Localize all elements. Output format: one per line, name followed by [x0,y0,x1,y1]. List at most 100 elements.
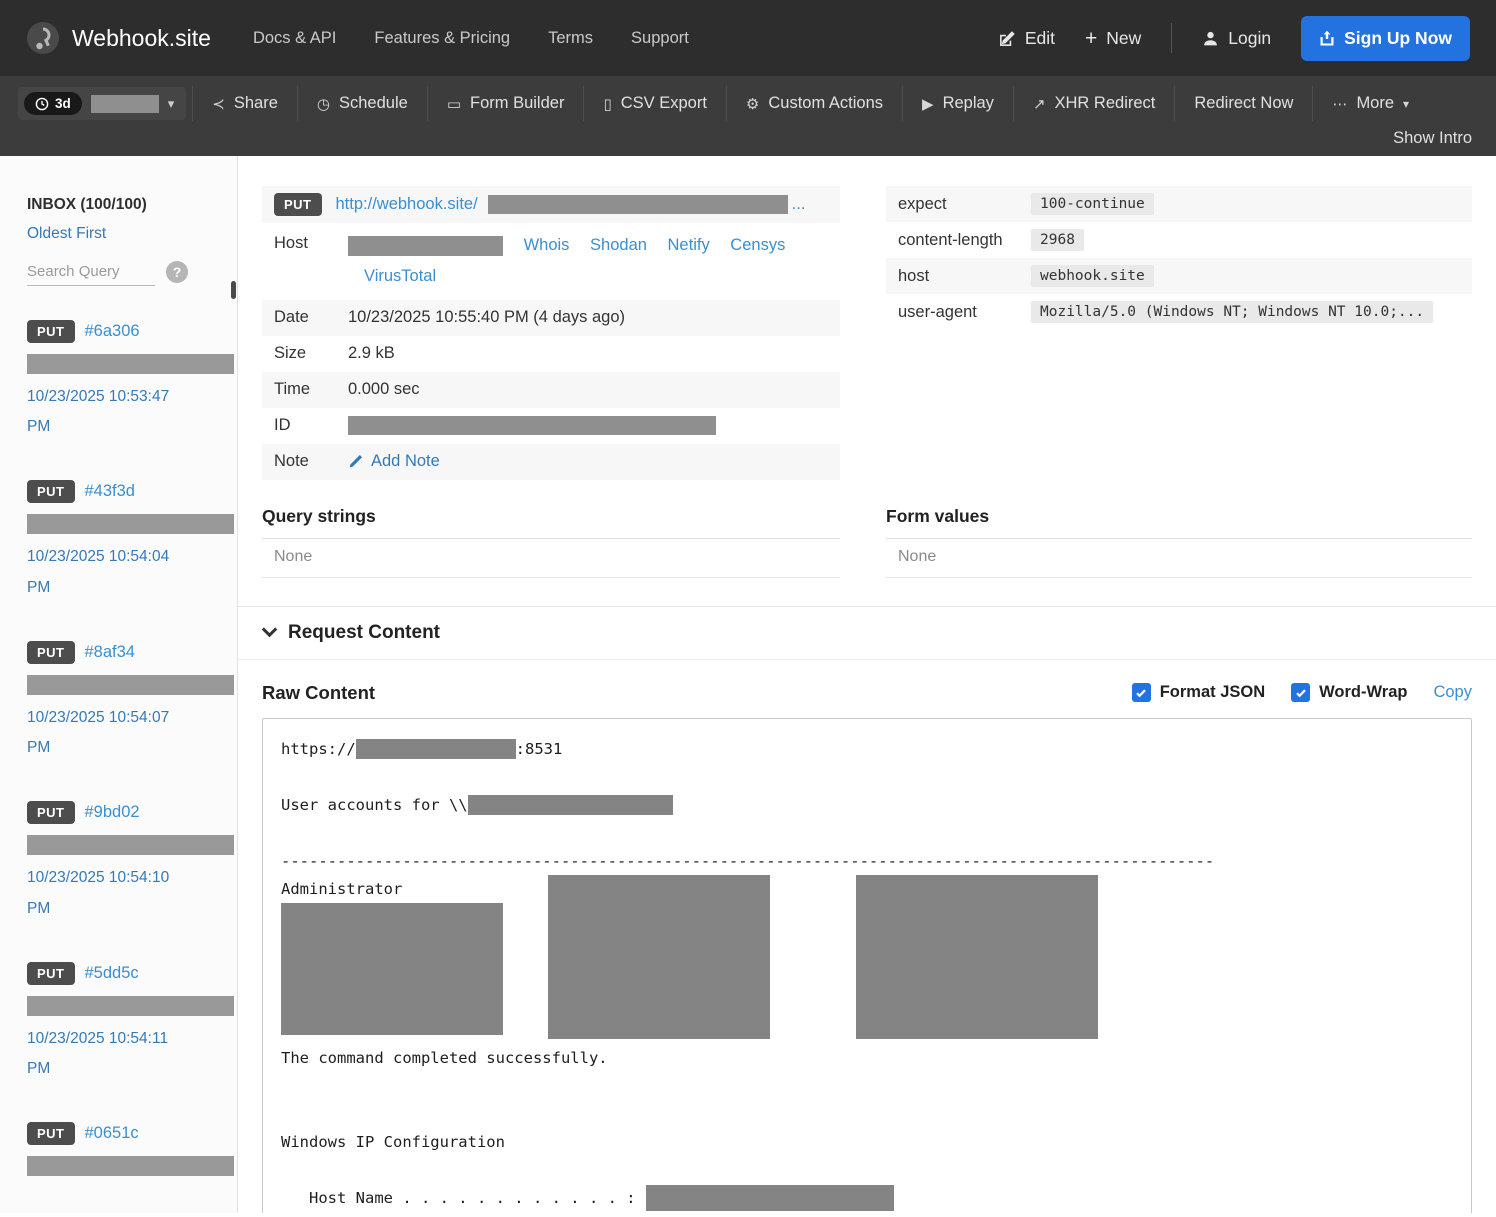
word-wrap-toggle[interactable]: Word-Wrap [1291,683,1407,702]
toolbar-item[interactable]: ⚙ Custom Actions [726,86,902,121]
header-row: content-length 2968 [886,222,1472,258]
toolbar-item-label: Schedule [339,94,408,113]
host-lookup-link[interactable]: Whois [524,236,570,254]
edit-button[interactable]: Edit [999,28,1055,49]
nav-link[interactable]: Docs & API [253,29,336,48]
redacted-user-list [281,903,503,1035]
login-button[interactable]: Login [1202,28,1271,49]
toolbar-item[interactable]: ▯ CSV Export [583,86,725,121]
pencil-icon [348,454,363,469]
host-lookup-link[interactable]: Netify [668,236,710,254]
request-content-title: Request Content [288,622,440,644]
add-note-button[interactable]: Add Note [348,452,440,471]
signup-label: Sign Up Now [1344,28,1452,49]
toolbar-item[interactable]: ⋯ More ▾ [1312,86,1428,121]
toolbar-item-label: More [1356,94,1394,113]
raw-line-dns-suffix: Primary Dns Suffix . . . . . . . : [281,1212,1453,1213]
header-name: content-length [898,231,1031,250]
toolbar-item-icon: ▶ [922,95,934,113]
nav-link[interactable]: Terms [548,29,593,48]
host-lookup-link[interactable]: Censys [730,236,785,254]
raw-blank-line [281,1156,1453,1184]
raw-text: ----------------------------------------… [281,852,1214,870]
toolbar-items: ≺ Share ◷ Schedule ▭ Form Builder ▯ CSV … [192,86,1428,121]
request-id-link[interactable]: #8af34 [85,643,135,662]
request-list-item[interactable]: PUT #8af34 10/23/2025 10:54:07 PM [27,641,237,763]
toolbar-item-icon: ▯ [603,95,611,113]
toolbar-item[interactable]: ▭ Form Builder [427,86,584,121]
header-value: webhook.site [1031,265,1154,287]
format-json-checkbox[interactable] [1132,683,1151,702]
url-expiry-dropdown[interactable]: 3d ▾ [18,87,186,120]
raw-line-hostname: Host Name . . . . . . . . . . . . : [281,1184,1453,1212]
request-id-link[interactable]: #9bd02 [85,803,140,822]
main-content: PUT http://webhook.site/ ... Host Whois … [238,156,1496,1213]
redacted-user-list [548,875,770,1039]
request-list-item[interactable]: PUT #43f3d 10/23/2025 10:54:04 PM [27,480,237,602]
request-item-header: PUT #0651c [27,1122,237,1145]
search-input[interactable] [27,258,155,286]
redacted-request-url [27,835,234,855]
brand-name: Webhook.site [72,25,211,52]
plus-icon: + [1085,28,1097,49]
toolbar-item[interactable]: Redirect Now [1174,86,1312,121]
help-icon[interactable]: ? [166,261,188,283]
time-label: Time [274,380,348,399]
header-row: user-agent Mozilla/5.0 (Windows NT; Wind… [886,294,1472,330]
note-row: Note Add Note [262,444,840,480]
request-id-link[interactable]: #5dd5c [85,964,139,983]
request-date: 10/23/2025 10:54:10 PM [27,863,187,923]
raw-content-box: https://:8531 User accounts for \\ -----… [262,718,1472,1213]
host-lookup-link[interactable]: Shodan [590,236,647,254]
request-item-header: PUT #8af34 [27,641,237,664]
method-badge: PUT [27,801,75,824]
raw-user-column: Administrator [281,875,503,1035]
navbar-divider [1171,23,1172,53]
toolbar-item[interactable]: ≺ Share [192,86,297,121]
form-values-section: Form values None [886,506,1472,578]
request-list-item[interactable]: PUT #5dd5c 10/23/2025 10:54:11 PM [27,962,237,1084]
clock-icon [35,97,49,111]
request-list-item[interactable]: PUT #0651c [27,1122,237,1176]
header-value: 2968 [1031,229,1084,251]
toolbar-item-label: Replay [943,94,994,113]
toolbar-item[interactable]: ↗ XHR Redirect [1013,86,1174,121]
format-json-toggle[interactable]: Format JSON [1132,683,1265,702]
redacted-request-id [348,416,716,435]
toolbar-item[interactable]: ▶ Replay [902,86,1013,121]
request-list-item[interactable]: PUT #6a306 10/23/2025 10:53:47 PM [27,320,237,442]
raw-content-controls: Format JSON Word-Wrap Copy [1132,683,1472,702]
redacted-host-ip [348,236,503,256]
show-intro-link[interactable]: Show Intro [1393,129,1472,148]
request-content-toggle[interactable]: Request Content [238,606,1496,660]
request-id-link[interactable]: #43f3d [85,482,135,501]
size-row: Size 2.9 kB [262,336,840,372]
request-id-link[interactable]: #0651c [85,1124,139,1143]
request-item-header: PUT #9bd02 [27,801,237,824]
request-url-link[interactable]: http://webhook.site/ [336,195,478,214]
add-note-label: Add Note [371,452,440,471]
nav-link[interactable]: Support [631,29,689,48]
box-arrow-up-icon [1319,30,1335,46]
host-row: Host Whois Shodan Netify Censys VirusTot… [262,223,840,300]
host-lookup-link[interactable]: VirusTotal [364,267,436,285]
new-button[interactable]: + New [1085,28,1141,49]
request-item-header: PUT #6a306 [27,320,237,343]
raw-line-admin: Administrator [281,875,503,903]
toolbar-item[interactable]: ◷ Schedule [297,86,427,121]
toolbar-main-row: 3d ▾ ≺ Share ◷ Schedule ▭ Form Builder ▯… [18,86,1478,121]
id-label: ID [274,416,348,435]
redacted-token [91,95,159,113]
request-list-item[interactable]: PUT #9bd02 10/23/2025 10:54:10 PM [27,801,237,923]
request-id-link[interactable]: #6a306 [85,322,140,341]
signup-button[interactable]: Sign Up Now [1301,16,1470,61]
sort-toggle-link[interactable]: Oldest First [27,225,106,243]
header-row: expect 100-continue [886,186,1472,222]
copy-button[interactable]: Copy [1433,683,1472,702]
form-values-empty: None [886,539,1472,578]
word-wrap-checkbox[interactable] [1291,683,1310,702]
request-date: 10/23/2025 10:53:47 PM [27,382,187,442]
sidebar-scrollbar-thumb[interactable] [231,281,236,299]
brand[interactable]: Webhook.site [26,21,211,55]
nav-link[interactable]: Features & Pricing [374,29,510,48]
